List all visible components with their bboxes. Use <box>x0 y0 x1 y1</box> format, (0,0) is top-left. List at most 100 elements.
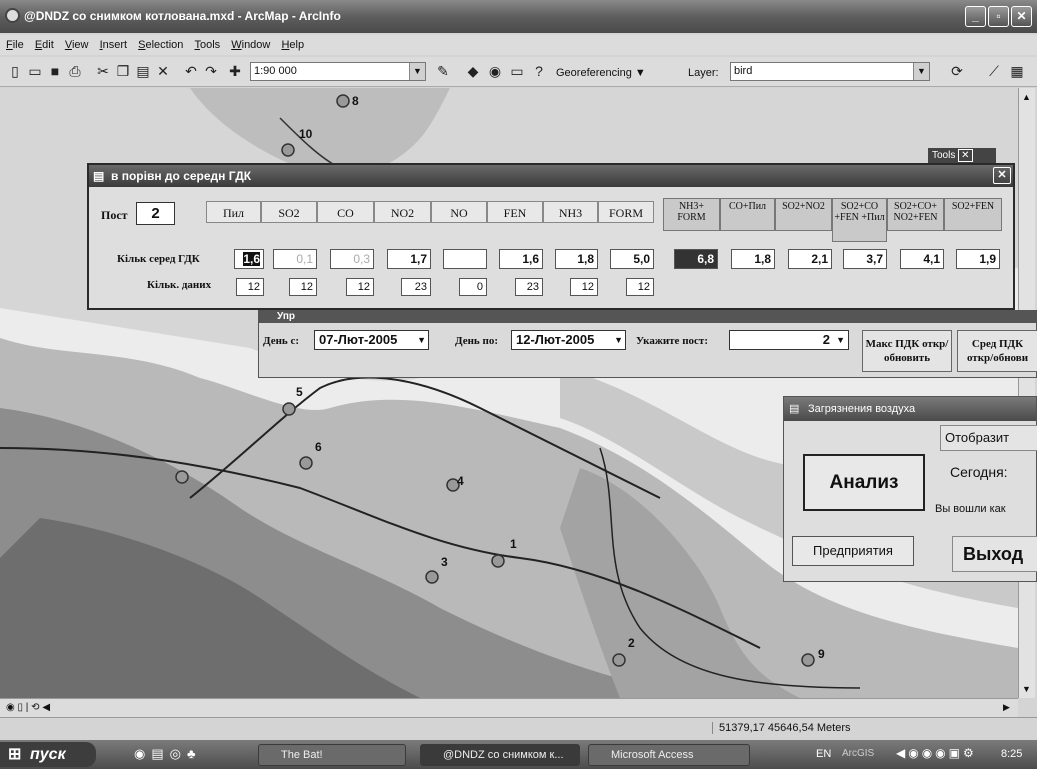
horizontal-scrollbar[interactable]: ◉ ▯ | ⟲ ◀ ▶ <box>0 698 1018 717</box>
close-icon[interactable]: ✕ <box>958 149 973 162</box>
value-form: 5,0 <box>610 249 654 269</box>
station-label-1: 1 <box>510 537 517 551</box>
taskbar: ⊞ пуск ◉▤◎♣ The Bat! @DNDZ со снимком к.… <box>0 740 1037 769</box>
close-icon[interactable]: ✕ <box>993 167 1011 184</box>
editor-icon[interactable]: ✎ <box>434 62 452 80</box>
paste-icon[interactable]: ▤ <box>134 62 152 80</box>
value-so2-fen: 1,9 <box>956 249 1000 269</box>
status-bar: 51379,17 45646,54 Meters <box>0 717 1037 739</box>
control-dialog: Упр День с: 07-Лют-2005 ▼ День по: 12-Лют… <box>258 310 1037 378</box>
value-so2: 0,1 <box>273 249 317 269</box>
station-label-5: 5 <box>296 385 303 399</box>
scroll-down-icon[interactable]: ▼ <box>1022 684 1031 694</box>
air-pollution-dialog: ▤ Загрязнения воздуха Отобразит Анализ С… <box>783 396 1037 582</box>
menu-view[interactable]: View <box>65 35 89 55</box>
count-dust: 12 <box>236 278 264 296</box>
taskbar-item-thebat[interactable]: The Bat! <box>258 744 406 766</box>
print-icon[interactable]: ⎙ <box>66 62 84 80</box>
coordinates-readout: 51379,17 45646,54 Meters <box>712 722 877 734</box>
header-form: FORM <box>598 201 654 223</box>
menu-window[interactable]: Window <box>231 35 270 55</box>
chevron-down-icon[interactable]: ▼ <box>836 331 845 349</box>
new-icon[interactable]: ▯ <box>6 62 24 80</box>
header-dust: Пил <box>206 201 261 223</box>
redo-icon[interactable]: ↷ <box>202 62 220 80</box>
table-icon[interactable]: ▦ <box>1008 62 1026 80</box>
day-from-label: День с: <box>263 335 300 347</box>
menu-selection[interactable]: Selection <box>138 35 183 55</box>
arctoolbox-icon[interactable]: ◆ <box>464 62 482 80</box>
count-so2: 12 <box>289 278 317 296</box>
avg-pdk-button[interactable]: Сред ПДК откр/обнови <box>957 330 1037 372</box>
quick-launch-icons[interactable]: ◉▤◎♣ <box>134 746 202 762</box>
taskbar-item-access[interactable]: Microsoft Access <box>588 744 750 766</box>
system-tray-icons[interactable]: ◀◉◉◉▣⚙ <box>896 746 977 760</box>
menu-insert[interactable]: Insert <box>100 35 128 55</box>
value-so2-no2: 2,1 <box>788 249 832 269</box>
catalog-icon[interactable]: ◉ <box>486 62 504 80</box>
header-co: CO <box>317 201 374 223</box>
rotate-icon[interactable]: ⟳ <box>948 62 966 80</box>
chevron-down-icon[interactable]: ▼ <box>417 331 426 349</box>
vertical-scrollbar[interactable]: ▲ ▼ <box>1018 88 1035 698</box>
header-co-dust: CO+Пил <box>720 198 775 231</box>
language-indicator[interactable]: EN <box>816 748 831 760</box>
analysis-button[interactable]: Анализ <box>803 454 925 511</box>
dialog-caption: ▤ Загрязнения воздуха <box>784 397 1036 421</box>
cut-icon[interactable]: ✂ <box>94 62 112 80</box>
whats-this-icon[interactable]: ? <box>530 62 548 80</box>
copy-icon[interactable]: ❐ <box>114 62 132 80</box>
show-button[interactable]: Отобразит <box>940 425 1037 451</box>
taskbar-item-arcmap[interactable]: @DNDZ со снимком к... <box>420 744 580 766</box>
header-so2: SO2 <box>261 201 317 223</box>
minimize-button[interactable]: _ <box>965 6 986 27</box>
georeferencing-menu[interactable]: Georeferencing ▼ <box>556 67 646 79</box>
menu-edit[interactable]: Edit <box>35 35 54 55</box>
menu-file[interactable]: File <box>6 35 24 55</box>
row-label-avg: Кільк серед ГДК <box>117 253 200 265</box>
value-nh3: 1,8 <box>555 249 598 269</box>
scroll-right-icon[interactable]: ▶ <box>1003 702 1010 713</box>
max-pdk-button[interactable]: Макс ПДК откр/обновить <box>862 330 952 372</box>
window-icon[interactable]: ▭ <box>508 62 526 80</box>
menu-help[interactable]: Help <box>281 35 304 55</box>
undo-icon[interactable]: ↶ <box>182 62 200 80</box>
tools-panel-title: Tools ✕ <box>928 148 996 164</box>
windows-logo-icon: ⊞ <box>8 746 22 763</box>
chevron-down-icon[interactable]: ▼ <box>913 63 929 80</box>
start-button[interactable]: ⊞ пуск <box>0 742 96 767</box>
chevron-down-icon[interactable]: ▼ <box>614 331 623 349</box>
station-label-9: 9 <box>818 647 825 661</box>
row-label-count: Кільк. даних <box>147 279 212 291</box>
scroll-up-icon[interactable]: ▲ <box>1022 92 1031 102</box>
station-label-4: 4 <box>457 474 464 488</box>
enterprises-button[interactable]: Предприятия <box>792 536 914 566</box>
day-from-field[interactable]: 07-Лют-2005 ▼ <box>314 330 429 350</box>
header-no2: NO2 <box>374 201 431 223</box>
header-so2-co-no2-fen: SO2+CO+ NO2+FEN <box>887 198 944 231</box>
dialog-title: в порівн до середн ГДК <box>111 169 252 183</box>
menu-tools[interactable]: Tools <box>194 35 220 55</box>
maximize-button[interactable]: ▫ <box>988 6 1009 27</box>
layer-combo[interactable]: bird ▼ <box>730 62 930 81</box>
chevron-down-icon[interactable]: ▼ <box>409 63 425 80</box>
header-so2-co-fen-dust: SO2+CO +FEN +Пил <box>832 198 887 242</box>
clock: 8:25 <box>1001 748 1023 760</box>
post-select[interactable]: 2 ▼ <box>729 330 849 350</box>
layer-value: bird <box>734 65 753 77</box>
post-field[interactable]: 2 <box>136 202 175 225</box>
logged-in-as-label: Вы вошли как <box>935 503 1006 515</box>
layer-label: Layer: <box>688 67 719 79</box>
window-title: @DNDZ со снимком котлована.mxd - ArcMap … <box>24 9 341 23</box>
day-to-field[interactable]: 12-Лют-2005 ▼ <box>511 330 626 350</box>
data-view-icon[interactable]: ◉ ▯ | ⟲ ◀ <box>6 702 50 713</box>
delete-icon[interactable]: ✕ <box>154 62 172 80</box>
save-icon[interactable]: ■ <box>46 62 64 80</box>
station-label-8: 8 <box>352 94 359 108</box>
add-data-icon[interactable]: ✚ <box>226 62 244 80</box>
add-point-icon[interactable]: ⟋ <box>985 62 1003 80</box>
exit-button[interactable]: Выход <box>952 536 1037 572</box>
close-button[interactable]: ✕ <box>1011 6 1032 27</box>
scale-combo[interactable]: 1:90 000 ▼ <box>250 62 426 81</box>
open-icon[interactable]: ▭ <box>26 62 44 80</box>
